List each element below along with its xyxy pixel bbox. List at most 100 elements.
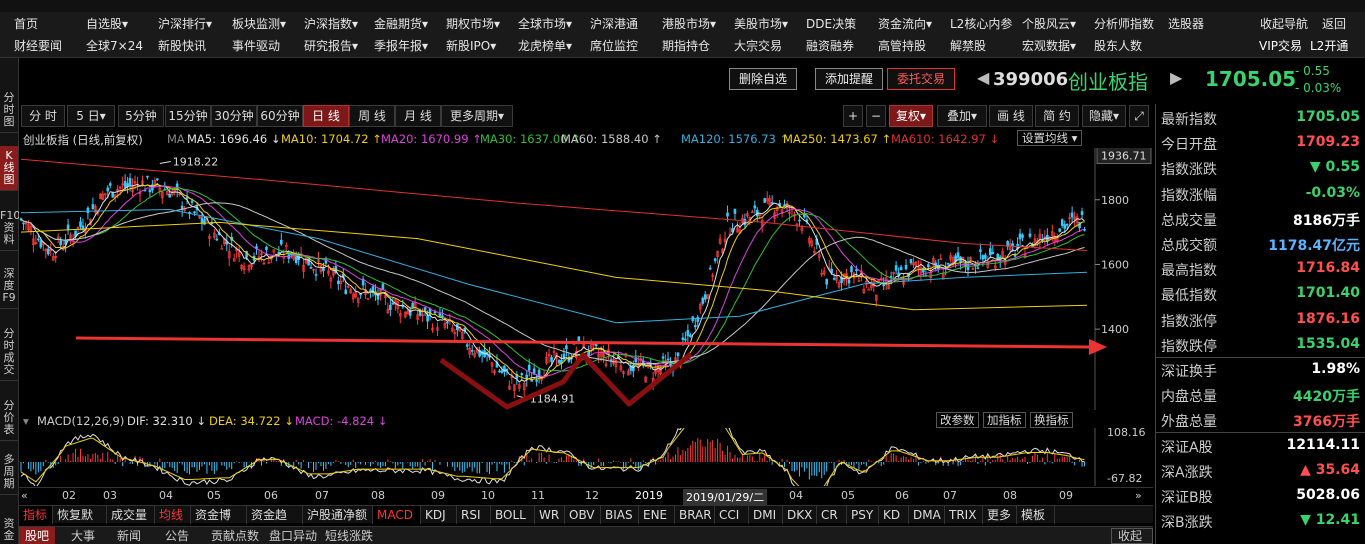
chart-tool-button[interactable]: 隐藏▾ <box>1082 105 1126 127</box>
period-tab[interactable]: 30分钟 <box>211 105 257 127</box>
nav-item[interactable]: DDE决策 <box>806 14 856 35</box>
nav-item[interactable]: 金融期货▾ <box>374 14 428 35</box>
switch-indicator-button[interactable]: 换指标 <box>1030 412 1073 428</box>
period-tab[interactable]: 15分钟 <box>165 105 211 127</box>
nav-item[interactable]: 大宗交易 <box>734 36 782 57</box>
chart-tool-button[interactable]: − <box>866 105 886 127</box>
add-indicator-button[interactable]: 加指标 <box>983 412 1026 428</box>
nav-item[interactable]: 股东人数 <box>1094 36 1142 57</box>
period-tab[interactable]: 月 线 <box>395 105 441 127</box>
news-tab[interactable]: 公告 <box>159 527 195 544</box>
news-tab[interactable]: 贡献点数 <box>205 527 265 544</box>
indicator-tab[interactable]: 恢复默认 <box>53 506 107 540</box>
sidebar-tab[interactable]: 分价表 <box>0 396 18 441</box>
nav-item[interactable]: L2开通 <box>1310 36 1348 57</box>
period-tab[interactable]: 分 时 <box>21 105 65 127</box>
chart-tool-button[interactable]: 简 约 <box>1035 105 1079 127</box>
chart-tool-button[interactable]: + <box>843 105 863 127</box>
period-tab[interactable]: 更多周期▾ <box>441 105 513 127</box>
nav-item[interactable]: 分析师指数 <box>1094 14 1154 35</box>
indicator-tab[interactable]: 沪股通净额 <box>303 506 373 524</box>
nav-item[interactable]: 自选股▾ <box>86 14 128 35</box>
sidebar-tab[interactable]: 分时图 <box>0 88 18 133</box>
indicator-tab[interactable]: PSY <box>847 506 879 524</box>
indicator-tab[interactable]: 指标 <box>19 506 53 524</box>
nav-item[interactable]: 资金流向▾ <box>878 14 932 35</box>
period-tab[interactable]: 60分钟 <box>257 105 303 127</box>
period-tab[interactable]: 日 线 <box>303 105 349 127</box>
nav-item[interactable]: 新股IPO▾ <box>446 36 496 57</box>
sidebar-tab[interactable]: 资金 <box>0 514 18 544</box>
nav-item[interactable]: 解禁股 <box>950 36 986 57</box>
indicator-tab[interactable]: 模板 <box>1017 506 1055 524</box>
indicator-tab[interactable]: WR <box>535 506 565 524</box>
indicator-tab[interactable]: RSI <box>457 506 491 524</box>
news-tab[interactable]: 新闻 <box>111 527 147 544</box>
ma-settings-button[interactable]: 设置均线 ▾ <box>1017 130 1083 146</box>
nav-item[interactable]: 港股市场▾ <box>662 14 716 35</box>
nav-item[interactable]: 返回 <box>1322 14 1346 35</box>
indicator-tab[interactable]: KD <box>879 506 909 524</box>
nav-item[interactable]: 高管持股 <box>878 36 926 57</box>
nav-item[interactable]: 宏观数据▾ <box>1022 36 1076 57</box>
indicator-tab[interactable]: 均线 <box>155 506 191 524</box>
indicator-tab[interactable]: BIAS <box>601 506 639 524</box>
indicator-tab[interactable]: CR <box>817 506 847 524</box>
expand-icon[interactable]: ⤢ <box>1129 105 1149 127</box>
indicator-tab[interactable]: OBV <box>565 506 601 524</box>
indicator-tab[interactable]: 更多 <box>983 506 1017 524</box>
period-tab[interactable]: 5分钟 <box>118 105 164 127</box>
add-alert-button[interactable]: 添加提醒 <box>815 68 883 90</box>
indicator-tab[interactable]: 资金趋势 <box>247 506 303 540</box>
nav-item[interactable]: 首页 <box>14 14 38 35</box>
trade-button[interactable]: 委托交易 <box>887 68 955 90</box>
nav-item[interactable]: 季报年报▾ <box>374 36 428 57</box>
chart-tool-button[interactable]: 复权▾ <box>889 105 933 127</box>
news-tab[interactable]: 大事 <box>65 527 101 544</box>
nav-item[interactable]: 美股市场▾ <box>734 14 788 35</box>
nav-item[interactable]: L2核心内参 <box>950 14 1012 35</box>
nav-item[interactable]: 选股器 <box>1168 14 1204 35</box>
indicator-tab[interactable]: TRIX <box>945 506 983 524</box>
indicator-tab[interactable]: DMI <box>749 506 783 524</box>
indicator-tab[interactable]: BRAR <box>675 506 715 524</box>
scroll-right-icon[interactable]: » <box>1135 489 1142 502</box>
nav-item[interactable]: 融资融券 <box>806 36 854 57</box>
kline-chart[interactable]: 1400 1600 1800 1936.71 1918.22 1184.91 <box>19 147 1153 410</box>
nav-item[interactable]: 新股快讯 <box>158 36 206 57</box>
sidebar-tab[interactable]: F10 资料 <box>0 206 20 251</box>
news-tab[interactable]: 股吧 <box>19 527 56 544</box>
sidebar-tab[interactable]: 深度 F9 <box>0 264 18 309</box>
indicator-tab[interactable]: 资金博弈 <box>191 506 247 540</box>
sidebar-tab[interactable]: 分时成交 <box>0 324 18 381</box>
nav-item[interactable]: 沪深指数▾ <box>304 14 358 35</box>
change-params-button[interactable]: 改参数 <box>936 412 979 428</box>
indicator-tab[interactable]: DMA <box>909 506 945 524</box>
nav-item[interactable]: 席位监控 <box>590 36 638 57</box>
nav-item[interactable]: 沪深排行▾ <box>158 14 212 35</box>
next-stock-icon[interactable]: ▶ <box>1170 68 1182 87</box>
nav-item[interactable]: 财经要闻 <box>14 36 62 57</box>
nav-item[interactable]: 沪深港通 <box>590 14 638 35</box>
chart-tool-button[interactable]: 叠加▾ <box>937 105 987 127</box>
delete-watchlist-button[interactable]: 删除自选 <box>729 68 797 90</box>
nav-item[interactable]: 个股风云▾ <box>1022 14 1076 35</box>
scroll-left-icon[interactable]: « <box>21 489 28 502</box>
nav-item[interactable]: 收起导航 <box>1260 14 1308 35</box>
nav-item[interactable]: VIP交易 <box>1259 36 1302 57</box>
nav-item[interactable]: 全球7×24 <box>86 36 143 57</box>
nav-item[interactable]: 期指持仓 <box>662 36 710 57</box>
nav-item[interactable]: 期权市场▾ <box>446 14 500 35</box>
prev-stock-icon[interactable]: ◀ <box>977 68 989 87</box>
nav-item[interactable]: 板块监测▾ <box>232 14 286 35</box>
nav-item[interactable]: 研究报告▾ <box>304 36 358 57</box>
news-tab[interactable]: 短线涨跌 <box>319 527 379 544</box>
indicator-tab[interactable]: BOLL <box>491 506 535 524</box>
collapse-button[interactable]: 收起 ▾ <box>1111 528 1153 544</box>
indicator-tab[interactable]: DKX <box>783 506 817 524</box>
sidebar-tab[interactable]: 多周期 <box>0 450 18 495</box>
indicator-tab[interactable]: MACD <box>373 506 421 524</box>
chart-tool-button[interactable]: 画 线 <box>989 105 1033 127</box>
macd-chart[interactable]: 108.16 -67.82 <box>19 397 1153 507</box>
nav-item[interactable]: 事件驱动 <box>232 36 280 57</box>
